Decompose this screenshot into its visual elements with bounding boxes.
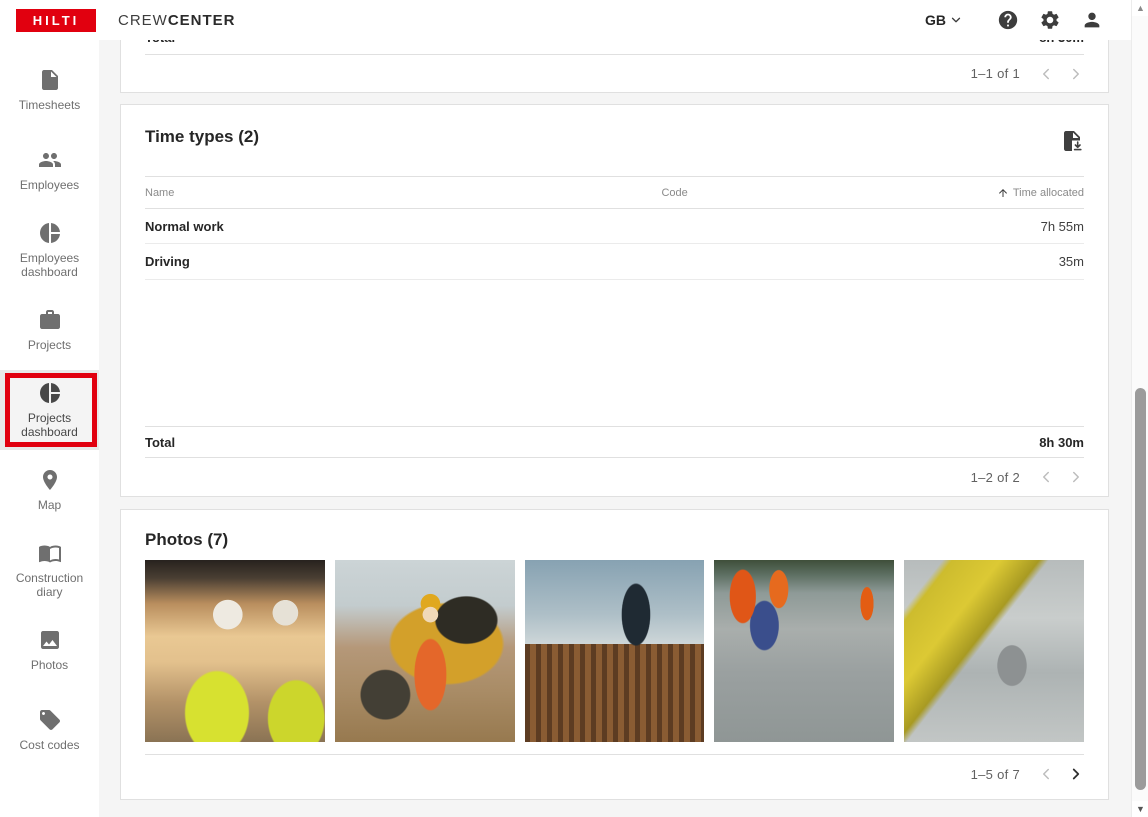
time-type-name: Driving <box>145 254 661 269</box>
sidebar-item-construction-diary[interactable]: Construction diary <box>0 530 99 610</box>
briefcase-icon <box>38 308 62 332</box>
pagination-prev-button[interactable] <box>1036 467 1056 487</box>
sidebar-item-projects-dashboard[interactable]: Projects dashboard <box>0 370 99 450</box>
hilti-logo[interactable]: HILTI <box>16 9 96 32</box>
table-row: Normal work 7h 55m <box>145 209 1084 244</box>
settings-icon[interactable] <box>1039 9 1061 31</box>
photo-thumbnail[interactable] <box>145 560 325 742</box>
sidebar-item-cost-codes[interactable]: Cost codes <box>0 690 99 770</box>
pagination-next-button[interactable] <box>1066 764 1086 784</box>
locale-selector[interactable]: GB <box>925 12 963 28</box>
total-label: Total <box>145 435 175 450</box>
book-icon <box>38 541 62 565</box>
sidebar-item-timesheets[interactable]: Timesheets <box>0 50 99 130</box>
pie-chart-icon <box>38 221 62 245</box>
app-title-regular: CREW <box>118 12 168 29</box>
total-value: 8h 30m <box>1039 435 1084 450</box>
scrollbar-thumb[interactable] <box>1135 388 1146 790</box>
app-header: HILTI CREWCENTER GB <box>0 0 1131 40</box>
logo-text: HILTI <box>33 13 80 28</box>
pagination: 1–1 of 1 <box>121 55 1108 92</box>
pagination-range: 1–1 of 1 <box>971 66 1020 81</box>
card-title: Photos (7) <box>145 530 228 550</box>
arrow-up-icon <box>997 187 1009 199</box>
photo-thumbnail[interactable] <box>335 560 515 742</box>
photo-strip <box>145 560 1084 742</box>
file-download-icon[interactable] <box>1060 129 1084 155</box>
photo-thumbnail[interactable] <box>904 560 1084 742</box>
sidebar-nav: Timesheets Employees Employees dashboard… <box>0 40 99 817</box>
pagination: 1–2 of 2 <box>121 458 1108 496</box>
photos-card: Photos (7) 1–5 of 7 <box>120 509 1109 800</box>
table-header-row: Name Code Time allocated <box>145 177 1084 209</box>
scrollbar-up-arrow[interactable]: ▲ <box>1132 0 1148 16</box>
column-header-name[interactable]: Name <box>145 187 661 199</box>
chevron-down-icon <box>949 13 963 27</box>
pagination-range: 1–2 of 2 <box>971 470 1020 485</box>
locale-label: GB <box>925 12 946 28</box>
sidebar-item-photos[interactable]: Photos <box>0 610 99 690</box>
tag-icon <box>38 708 62 732</box>
pagination-prev-button[interactable] <box>1036 64 1056 84</box>
sidebar-item-employees-dashboard[interactable]: Employees dashboard <box>0 210 99 290</box>
table-total-row: Total 8h 30m <box>145 426 1084 458</box>
pagination-range: 1–5 of 7 <box>971 767 1020 782</box>
sidebar-item-projects[interactable]: Projects <box>0 290 99 370</box>
card-title: Time types (2) <box>145 127 259 147</box>
document-icon <box>38 68 62 92</box>
column-header-code[interactable]: Code <box>661 187 896 199</box>
time-types-card: Time types (2) Name Code Time allocated <box>120 104 1109 497</box>
column-header-time-allocated[interactable]: Time allocated <box>896 187 1084 199</box>
time-type-name: Normal work <box>145 219 661 234</box>
help-icon[interactable] <box>997 9 1019 31</box>
app-title-bold: CENTER <box>168 12 236 29</box>
pagination-next-button[interactable] <box>1066 467 1086 487</box>
pagination: 1–5 of 7 <box>121 755 1108 793</box>
people-icon <box>38 148 62 172</box>
pagination-prev-button[interactable] <box>1036 764 1056 784</box>
app-title: CREWCENTER <box>118 12 236 29</box>
sidebar-item-map[interactable]: Map <box>0 450 99 530</box>
empty-space <box>121 280 1108 426</box>
pie-chart-icon <box>38 381 62 405</box>
user-icon[interactable] <box>1081 9 1103 31</box>
table-row: Driving 35m <box>145 244 1084 280</box>
time-type-value: 7h 55m <box>896 219 1084 234</box>
time-type-value: 35m <box>896 254 1084 269</box>
pagination-next-button[interactable] <box>1066 64 1086 84</box>
photo-thumbnail[interactable] <box>525 560 705 742</box>
map-pin-icon <box>38 468 62 492</box>
main-content: Total 8h 30m 1–1 of 1 Time types (2) <box>99 0 1131 817</box>
scrollbar-down-arrow[interactable]: ▼ <box>1132 801 1148 817</box>
image-icon <box>38 628 62 652</box>
sidebar-item-employees[interactable]: Employees <box>0 130 99 210</box>
photo-thumbnail[interactable] <box>714 560 894 742</box>
page-scrollbar: ▲ ▼ <box>1131 0 1148 817</box>
